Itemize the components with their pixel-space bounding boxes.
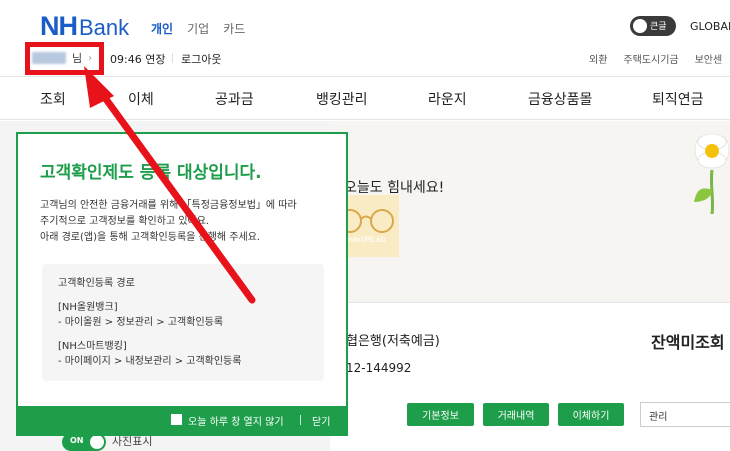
tab-card[interactable]: 카드 — [223, 20, 245, 37]
popup-footer: 오늘 하루 창 열지 않기 닫기 — [18, 406, 346, 434]
nav-lounge[interactable]: 라운지 — [428, 89, 467, 109]
divider — [172, 53, 173, 63]
top-header: NH Bank 개인 기업 카드 큰글 GLOBAL 님 › 09:46 연장 … — [0, 0, 730, 74]
basic-info-button[interactable]: 기본정보 — [407, 403, 474, 426]
nav-utility-bills[interactable]: 공과금 — [215, 89, 254, 109]
popup-desc-line: 고객님의 안전한 금융거래를 위해 「특정금융정보법」에 따라 — [40, 200, 297, 211]
popup-desc-line: 아래 경로(앱)을 통해 고객확인등록을 진행해 주세요. — [40, 232, 261, 243]
route-info-box: 고객확인등록 경로 [NH올원뱅크] - 마이올원 > 정보관리 > 고객확인등… — [42, 264, 324, 381]
manage-select[interactable]: 관리 — [640, 402, 730, 427]
route-path-smartbanking: - 마이페이지 > 내정보관리 > 고객확인등록 — [58, 356, 242, 367]
divider — [300, 415, 301, 425]
account-card — [330, 302, 730, 451]
route-app-smartbanking: [NH스마트뱅킹] — [58, 341, 127, 352]
global-link[interactable]: GLOBAL — [690, 20, 730, 33]
popup-title: 고객확인제도 등록 대상입니다. — [40, 163, 262, 183]
nh-bank-logo[interactable]: NH Bank — [40, 11, 129, 42]
account-name: 협은행(저축예금) — [346, 334, 440, 349]
popup-description: 고객님의 안전한 금융거래를 위해 「특정금융정보법」에 따라 주기적으로 고객… — [40, 198, 297, 246]
logout-button[interactable]: 로그아웃 — [181, 51, 221, 67]
util-link-housing-fund[interactable]: 주택도시기금 — [623, 51, 678, 66]
route-path-allone: - 마이올원 > 정보관리 > 고객확인등록 — [58, 317, 224, 328]
dont-show-today-label[interactable]: 오늘 하루 창 열지 않기 — [188, 413, 284, 428]
customer-verification-popup: 고객확인제도 등록 대상입니다. 고객님의 안전한 금융거래를 위해 「특정금융… — [16, 132, 348, 436]
popup-close-button[interactable]: 닫기 — [312, 413, 330, 428]
transfer-button[interactable]: 이체하기 — [558, 403, 624, 426]
tab-personal[interactable]: 개인 — [151, 20, 173, 37]
account-number: 12-144992 — [346, 361, 412, 375]
toggle-on-label: ON — [70, 436, 84, 445]
route-app-allone: [NH올원뱅크] — [58, 302, 118, 313]
nav-retirement-pension[interactable]: 퇴직연금 — [652, 89, 704, 109]
popup-desc-line: 주기적으로 고객정보를 확인하고 있어요. — [40, 216, 210, 227]
toggle-knob — [633, 19, 647, 33]
utility-links: 외환 주택도시기금 보안센 — [589, 51, 722, 66]
daisy-illustration — [694, 133, 730, 214]
dont-show-today-checkbox[interactable] — [171, 414, 182, 425]
main-navigation: 조회 이체 공과금 뱅킹관리 라운지 금융상품몰 퇴직연금 — [0, 76, 730, 120]
route-title: 고객확인등록 경로 — [58, 278, 135, 289]
util-link-security-center[interactable]: 보안센 — [695, 51, 723, 66]
greeting-text: 오늘도 힘내세요! — [344, 180, 445, 196]
transaction-history-button[interactable]: 거래내역 — [483, 403, 549, 426]
large-text-toggle-label: 큰글 — [650, 22, 667, 32]
nav-banking-management[interactable]: 뱅킹관리 — [316, 89, 368, 109]
nav-financial-products[interactable]: 금융상품몰 — [528, 89, 592, 109]
large-text-toggle[interactable]: 큰글 — [630, 16, 676, 36]
tab-business[interactable]: 기업 — [187, 20, 209, 37]
annotation-highlight-box — [25, 42, 104, 75]
logo-bank-text: Bank — [79, 15, 130, 40]
toggle-knob — [90, 435, 104, 449]
balance-title[interactable]: 잔액미조회 — [651, 329, 725, 353]
util-link-forex[interactable]: 외환 — [589, 51, 607, 66]
nav-transfer[interactable]: 이체 — [128, 89, 154, 109]
nav-inquiry[interactable]: 조회 — [40, 89, 66, 109]
logo-nh-text: NH — [40, 11, 78, 41]
session-timer-extend[interactable]: 09:46 연장 — [110, 51, 165, 67]
top-tabs: 개인 기업 카드 — [151, 20, 245, 37]
